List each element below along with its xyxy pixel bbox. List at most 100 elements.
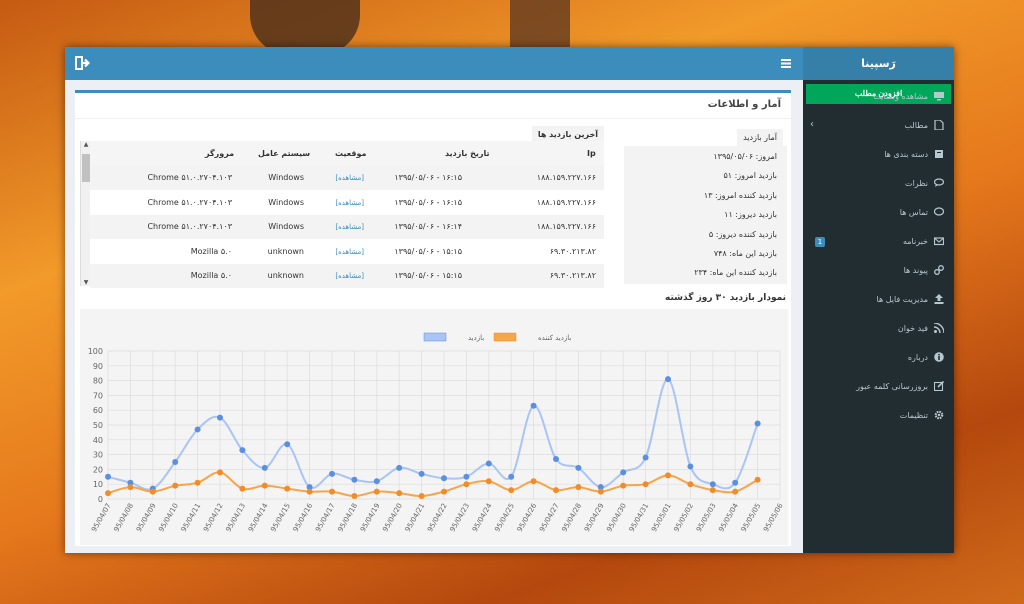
data-point xyxy=(754,420,761,427)
view-location-link[interactable]: [مشاهده] xyxy=(335,191,364,215)
sidebar-item[interactable]: فید خوان xyxy=(803,315,954,343)
sidebar-item[interactable]: درباره xyxy=(803,344,954,372)
sidebar-item[interactable]: دسته بندی ها xyxy=(803,141,954,169)
data-point xyxy=(217,414,223,421)
view-location-link[interactable]: [مشاهده] xyxy=(335,215,364,239)
data-point xyxy=(530,478,537,485)
cell-browser: Chrome ۵۱.۰.۲۷۰۴.۱۰۳ xyxy=(147,197,232,207)
stats-box: آمار و اطلاعات آمار بازدید امروز: ۱۳۹۵/۰… xyxy=(75,90,791,546)
x-tick-label: 95/04/21 xyxy=(404,502,427,533)
scroll-down-arrow-icon[interactable]: ▼ xyxy=(81,279,91,286)
column-header-date: تاریخ بازدید xyxy=(445,141,490,166)
stat-line: امروز: ۱۳۹۵/۰۵/۰۶ xyxy=(713,152,777,161)
y-tick-label: 70 xyxy=(93,391,103,400)
cell-browser: Chrome ۵۱.۰.۲۷۰۴.۱۰۳ xyxy=(147,173,232,182)
legend-swatch xyxy=(423,332,447,342)
background-tree-trunk xyxy=(510,0,570,48)
view-location-link[interactable]: [مشاهده] xyxy=(335,264,364,288)
chevron-left-icon[interactable]: ‹ xyxy=(810,119,814,130)
admin-window: رَسپینا افزودن مطلب مشاهده وبسایت مطالب ‹ د… xyxy=(65,47,954,553)
recent-visits-panel: آخرین بازدید ها Ip تاریخ بازدید موقعیت س… xyxy=(80,126,604,288)
data-point xyxy=(239,447,246,454)
table-row: ۱۸۸.۱۵۹.۲۲۷.۱۶۶ ۱۳۹۵/۰۵/۰۶ - ۱۶:۱۴ [مشاهده… xyxy=(90,215,604,239)
data-point xyxy=(687,463,694,470)
table-scrollbar[interactable]: ▲ ▼ xyxy=(80,141,90,286)
data-point xyxy=(463,481,470,488)
data-point xyxy=(665,376,671,383)
x-tick-label: 95/04/18 xyxy=(336,502,359,533)
view-location-link[interactable]: [مشاهده] xyxy=(335,166,364,190)
x-tick-label: 95/05/02 xyxy=(672,502,695,533)
data-point xyxy=(620,469,627,476)
y-tick-label: 10 xyxy=(93,480,103,489)
recent-visits-table[interactable]: Ip تاریخ بازدید موقعیت سیستم عامل مرورگر… xyxy=(80,141,604,288)
cell-date: ۱۳۹۵/۰۵/۰۶ - ۱۶:۱۴ xyxy=(394,222,462,231)
cell-browser: Mozilla ۵.۰ xyxy=(190,271,232,280)
gear-icon xyxy=(934,410,944,420)
x-tick-label: 95/04/12 xyxy=(202,502,225,533)
data-point xyxy=(508,473,515,480)
cell-date: ۱۳۹۵/۰۵/۰۶ - ۱۵:۱۵ xyxy=(394,271,462,280)
sidebar-item[interactable]: تماس ها xyxy=(803,199,954,227)
cell-ip: ۱۸۸.۱۵۹.۲۲۷.۱۶۶ xyxy=(536,197,596,207)
sidebar-item[interactable]: خبرنامه 1 xyxy=(803,228,954,256)
main-content: آمار و اطلاعات آمار بازدید امروز: ۱۳۹۵/۰… xyxy=(65,80,803,553)
data-point xyxy=(665,472,671,479)
divider xyxy=(75,118,791,119)
x-tick-label: 95/04/08 xyxy=(112,502,135,533)
x-tick-label: 95/05/06 xyxy=(762,502,785,534)
sidebar-item[interactable]: مدیریت فایل ها xyxy=(803,286,954,314)
data-point xyxy=(351,476,358,483)
x-tick-label: 95/05/04 xyxy=(717,502,740,534)
sidebar-item[interactable]: مشاهده وبسایت xyxy=(803,83,954,111)
data-point xyxy=(351,493,358,500)
sidebar-item[interactable]: تنظیمات xyxy=(803,402,954,430)
x-tick-label: 95/04/13 xyxy=(224,502,247,533)
edit-icon xyxy=(933,380,945,392)
cell-os: unknown xyxy=(267,246,304,256)
scroll-up-arrow-icon[interactable]: ▲ xyxy=(81,141,91,148)
y-tick-label: 30 xyxy=(93,451,103,460)
x-tick-label: 95/05/03 xyxy=(695,502,718,533)
data-point xyxy=(553,456,559,463)
cell-date: ۱۳۹۵/۰۵/۰۶ - ۱۶:۱۵ xyxy=(394,197,462,207)
cell-os: Windows xyxy=(268,173,304,182)
view-location-link[interactable]: [مشاهده] xyxy=(335,240,364,264)
y-tick-label: 60 xyxy=(93,406,103,415)
sidebar-item[interactable]: پیوند ها xyxy=(803,257,954,285)
page-title: آمار و اطلاعات xyxy=(707,99,781,110)
column-header-ip: Ip xyxy=(587,141,596,166)
y-tick-label: 40 xyxy=(93,436,103,445)
sidebar-item-label: بروزرسانی کلمه عبور xyxy=(856,382,928,391)
data-point xyxy=(575,484,582,491)
data-point xyxy=(373,488,380,495)
sign-out-icon[interactable] xyxy=(75,56,91,70)
x-tick-label: 95/04/07 xyxy=(90,502,113,533)
table-row: ۱۸۸.۱۵۹.۲۲۷.۱۶۶ ۱۳۹۵/۰۵/۰۶ - ۱۶:۱۵ [مشاهده… xyxy=(90,166,604,190)
table-row: ۱۸۸.۱۵۹.۲۲۷.۱۶۶ ۱۳۹۵/۰۵/۰۶ - ۱۶:۱۵ [مشاهده… xyxy=(90,191,604,215)
x-tick-label: 95/05/01 xyxy=(650,502,673,533)
sidebar-item[interactable]: مطالب ‹ xyxy=(803,112,954,140)
visits-chart: 0 10 20 30 40 50 60 70 80 90 100 95/04/07 95/04/08 95… xyxy=(80,309,788,545)
data-point xyxy=(329,470,335,477)
sidebar-item[interactable]: نظرات xyxy=(803,170,954,198)
scrollbar-thumb[interactable] xyxy=(82,154,90,182)
stat-line: بازدید کننده این ماه: ۲۳۴ xyxy=(694,268,777,277)
table-row: ۶۹.۳۰.۲۱۳.۸۲ ۱۳۹۵/۰۵/۰۶ - ۱۵:۱۵ [مشاهده] un… xyxy=(90,264,604,288)
data-point xyxy=(642,454,649,461)
x-tick-label: 95/04/26 xyxy=(516,502,539,534)
data-point xyxy=(306,488,313,495)
x-tick-label: 95/04/22 xyxy=(426,502,449,533)
data-point xyxy=(754,476,761,483)
data-point xyxy=(373,478,380,485)
y-tick-label: 90 xyxy=(93,362,103,371)
data-point xyxy=(418,470,425,477)
hamburger-menu-icon[interactable] xyxy=(781,58,791,68)
app-logo[interactable]: رَسپینا xyxy=(803,47,954,80)
y-tick-label: 100 xyxy=(88,347,103,356)
sidebar-item[interactable]: بروزرسانی کلمه عبور xyxy=(803,373,954,401)
x-tick-label: 95/04/09 xyxy=(135,502,158,533)
stat-line: بازدید این ماه: ۷۴۸ xyxy=(713,249,777,258)
sidebar-item-label: نظرات xyxy=(905,179,928,188)
x-tick-label: 95/04/19 xyxy=(359,502,382,533)
